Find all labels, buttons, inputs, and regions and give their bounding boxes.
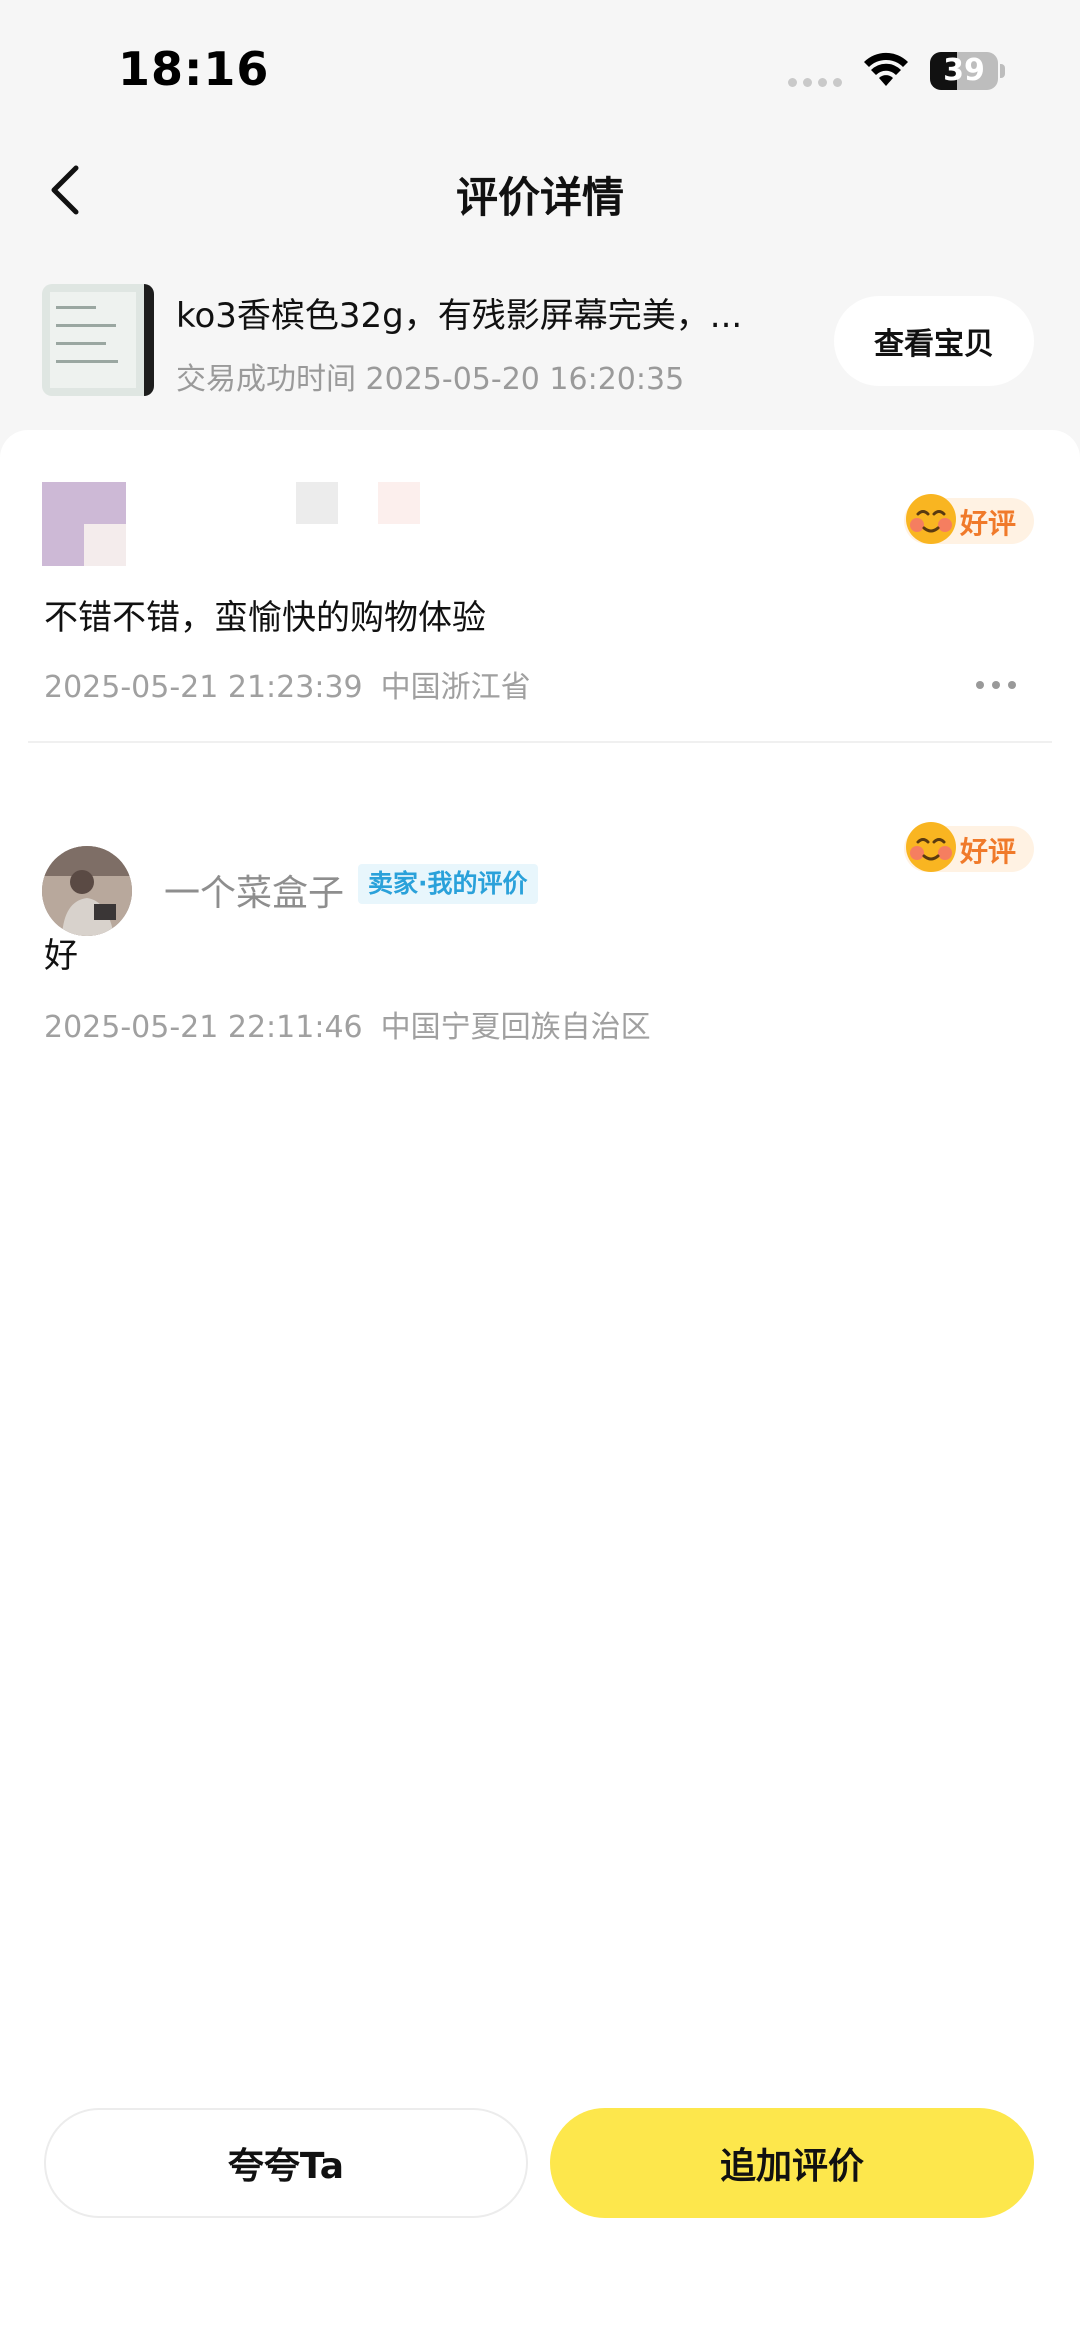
avatar[interactable] (42, 482, 126, 566)
user-name[interactable]: 一个菜盒子 (164, 864, 344, 916)
review-meta: 2025-05-21 22:11:46 中国宁夏回族自治区 (44, 1002, 651, 1046)
praise-button[interactable]: 夸夸Ta (44, 2108, 528, 2218)
product-thumbnail[interactable] (42, 284, 154, 396)
wifi-icon (864, 52, 908, 86)
user-name-blurred (296, 482, 338, 524)
review-text: 好 (44, 936, 78, 976)
review-item: 一个菜盒子 卖家·我的评价 好评 好 2025-05-21 22:11:46 中国… (0, 746, 1080, 1045)
signal-icon (788, 78, 844, 88)
trade-time-label: 交易成功时间 (176, 362, 356, 397)
divider (28, 741, 1052, 743)
product-summary[interactable]: ko3香槟色32g，有残影屏幕完美，... 交易成功时间 2025-05-20 … (0, 270, 1080, 420)
review-meta: 2025-05-21 21:23:39 中国浙江省 (44, 662, 531, 706)
battery-level: 39 (943, 53, 985, 88)
smile-emoji-icon (906, 822, 956, 872)
avatar[interactable] (42, 846, 132, 936)
status-bar: 18:16 39 (0, 0, 1080, 140)
rating-label: 好评 (960, 835, 1017, 868)
review-date: 2025-05-21 21:23:39 (44, 670, 363, 705)
review-location: 中国浙江省 (380, 670, 531, 705)
product-title: ko3香槟色32g，有残影屏幕完美，... (176, 296, 743, 336)
user-name-blurred (378, 482, 420, 524)
battery-icon: 39 (930, 52, 1005, 90)
trade-time-value: 2025-05-20 16:20:35 (365, 362, 685, 397)
review-text: 不错不错，蛮愉快的购物体验 (44, 598, 486, 638)
more-icon[interactable] (972, 670, 1020, 700)
status-time: 18:16 (118, 42, 270, 96)
review-location: 中国宁夏回族自治区 (380, 1010, 651, 1045)
rating-label: 好评 (960, 507, 1017, 540)
reviews-card: 好评 不错不错，蛮愉快的购物体验 2025-05-21 21:23:39 中国浙江… (0, 430, 1080, 2337)
page-title: 评价详情 (455, 173, 624, 222)
review-item: 好评 不错不错，蛮愉快的购物体验 2025-05-21 21:23:39 中国浙江… (0, 430, 1080, 740)
trade-time: 交易成功时间 2025-05-20 16:20:35 (176, 354, 684, 398)
add-review-button[interactable]: 追加评价 (550, 2108, 1034, 2218)
view-item-button[interactable]: 查看宝贝 (834, 296, 1034, 386)
review-date: 2025-05-21 22:11:46 (44, 1010, 363, 1045)
rating-badge: 好评 (904, 822, 1034, 872)
header: 评价详情 (0, 140, 1080, 240)
smile-emoji-icon (906, 494, 956, 544)
rating-badge: 好评 (904, 494, 1034, 544)
seller-tag: 卖家·我的评价 (358, 864, 538, 904)
